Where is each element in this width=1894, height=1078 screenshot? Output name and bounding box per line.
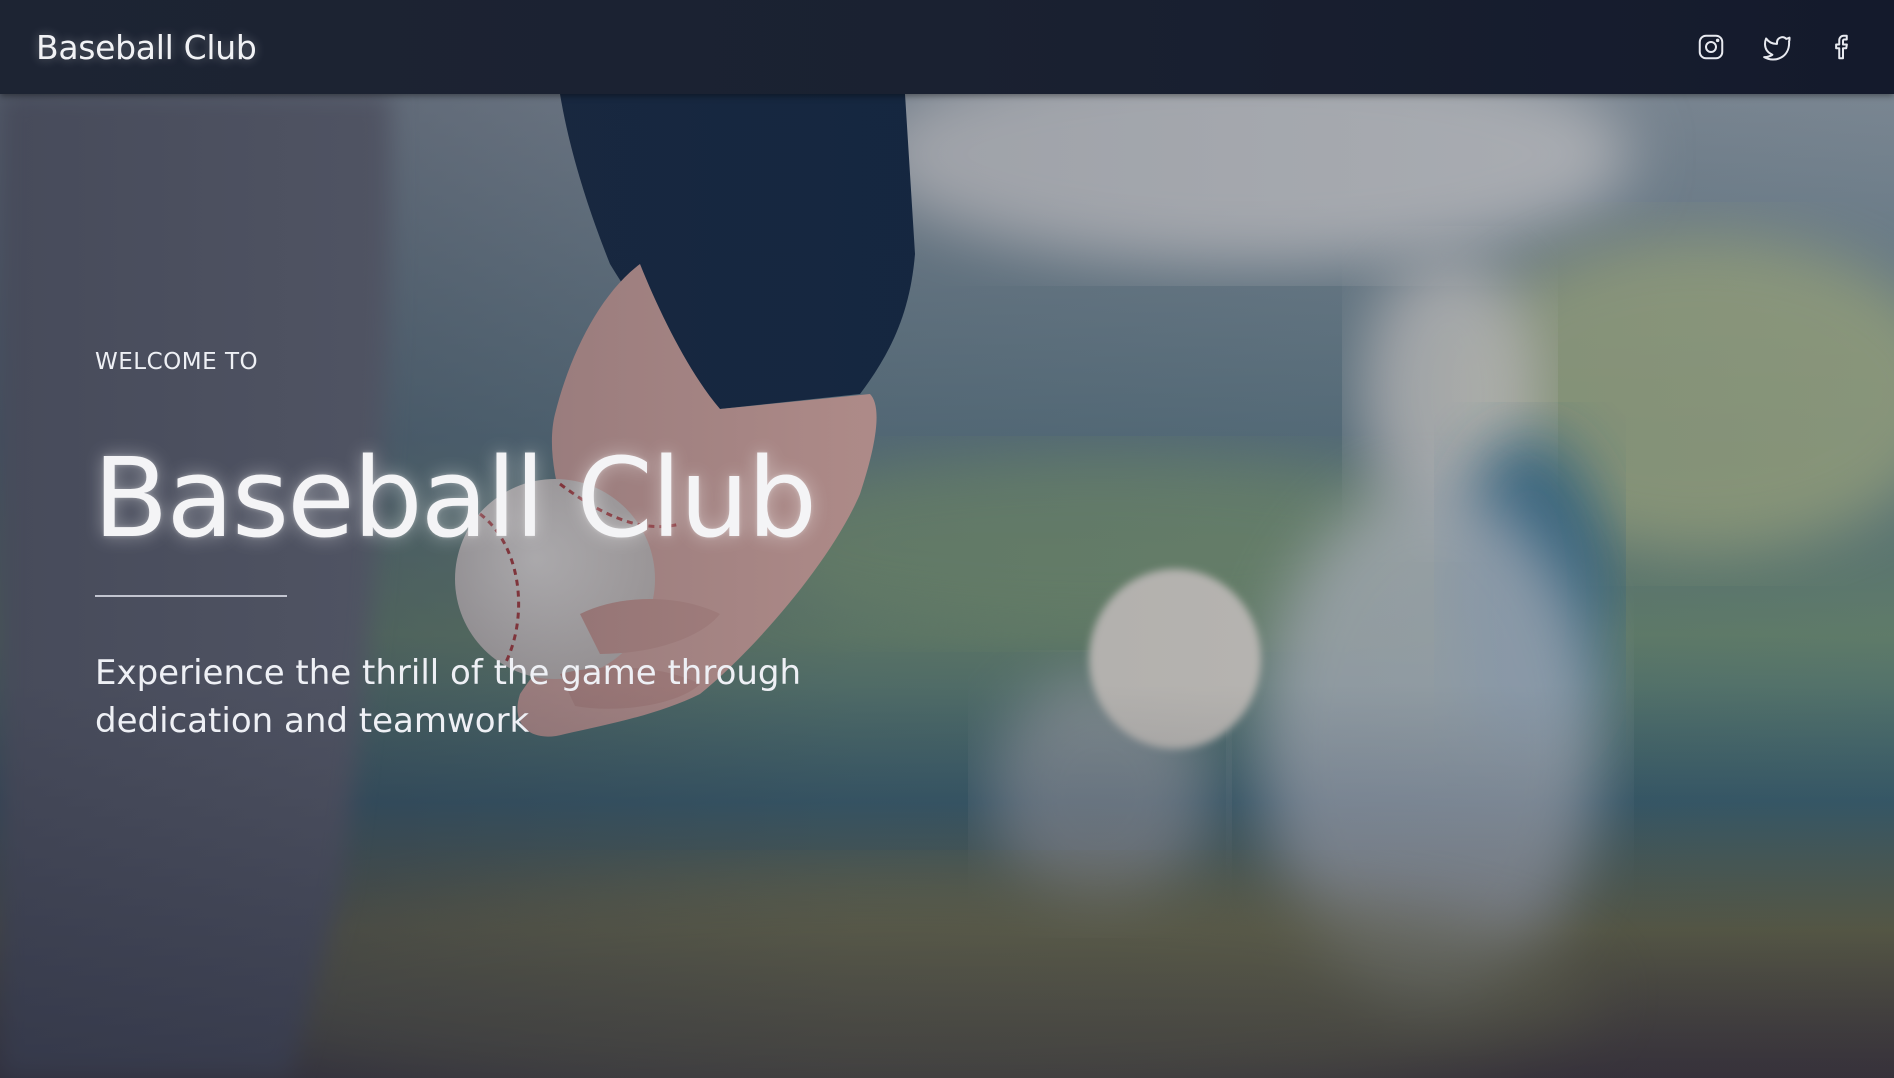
brand-logo-text[interactable]: Baseball Club (36, 28, 257, 67)
facebook-icon (1835, 34, 1848, 60)
social-links (1696, 32, 1858, 62)
hero-content: WELCOME TO Baseball Club Experience the … (93, 349, 995, 745)
top-navbar: Baseball Club (0, 0, 1894, 94)
welcome-eyebrow: WELCOME TO (95, 349, 259, 375)
twitter-link[interactable] (1762, 32, 1792, 62)
title-divider (95, 595, 287, 597)
facebook-link[interactable] (1828, 32, 1858, 62)
twitter-icon (1763, 36, 1791, 61)
instagram-icon (1698, 34, 1724, 60)
hero-section: WELCOME TO Baseball Club Experience the … (0, 94, 1894, 1078)
instagram-link[interactable] (1696, 32, 1726, 62)
hero-tagline: Experience the thrill of the game throug… (95, 653, 802, 741)
hero-title: Baseball Club (93, 434, 817, 562)
